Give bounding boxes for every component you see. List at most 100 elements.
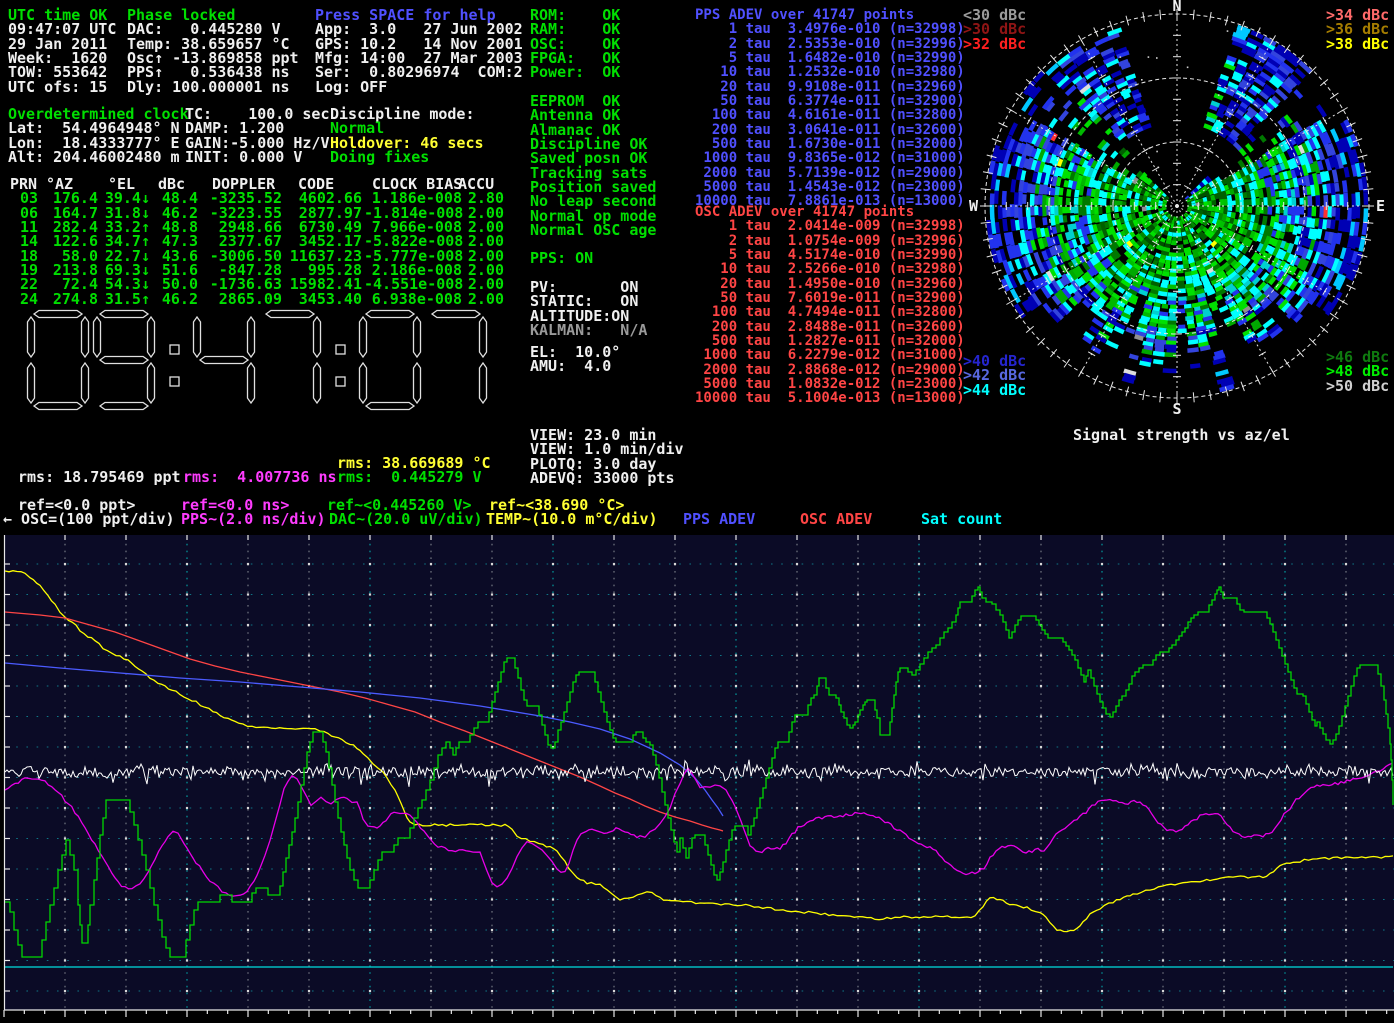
pps-adev-table-row: 500 tau 1.6730e-011 (n=32000) — [695, 137, 965, 151]
utc-status: UTC time OK09:47:07 UTC29 Jan 2011Week: … — [8, 8, 116, 94]
sat-row-cell: 2865.09 — [200, 292, 282, 306]
polar-signal-map: N S E W — [960, 0, 1394, 424]
rms-osc: rms: 18.795469 ppt — [18, 470, 181, 484]
clock-segment — [200, 357, 248, 364]
osc-adev-table-row: 100 tau 4.7494e-011 (n=32800) — [695, 305, 965, 319]
utc-status-line: UTC ofs: 15 — [8, 80, 116, 94]
digital-clock — [24, 307, 504, 417]
gps-status-list-line: Normal OSC age — [530, 223, 656, 237]
osc-adev-table-row: 5000 tau 1.0832e-012 (n=23000) — [695, 377, 965, 391]
receiver-info-line: Log: OFF — [315, 80, 523, 94]
osc-adev-table-row: 200 tau 2.8488e-011 (n=32600) — [695, 320, 965, 334]
clock-segment — [34, 311, 82, 318]
hardware-status: ROM: OKRAM: OKOSC: OKFPGA: OKPower: OK — [530, 8, 620, 80]
clock-segment — [432, 311, 480, 318]
loop-params: TC: 100.0 secDAMP: 1.200GAIN:-5.000 Hz/V… — [185, 107, 330, 164]
compass-label: N — [1172, 0, 1181, 15]
pps-adev-table-row: 100 tau 4.6161e-011 (n=32800) — [695, 108, 965, 122]
osc-adev-table-row: 500 tau 1.2827e-011 (n=32000) — [695, 334, 965, 348]
osc-adev-table-row: 1 tau 2.0414e-009 (n=32998) — [695, 219, 965, 233]
clock-segment — [148, 363, 155, 403]
clock-segment — [148, 317, 155, 357]
pps-adev-table-row: 200 tau 3.0641e-011 (n=32600) — [695, 123, 965, 137]
scale-temp: TEMP~(10.0 m°C/div) — [486, 512, 658, 526]
clock-segment — [100, 403, 148, 410]
pps-adev-table-row: 2 tau 2.5353e-010 (n=32996) — [695, 37, 965, 51]
scale-dac: DAC~(20.0 uV/div) — [329, 512, 483, 526]
legend-osc-adev: OSC ADEV — [800, 512, 872, 526]
fix-flags: PV: ONSTATIC: ONALTITUDE:ONKALMAN: N/A — [530, 280, 647, 337]
osc-adev-table-row: 10 tau 2.5266e-010 (n=32980) — [695, 262, 965, 276]
legend-pps-adev: PPS ADEV — [683, 512, 755, 526]
osc-adev-table-row: 2 tau 1.0754e-009 (n=32996) — [695, 234, 965, 248]
osc-adev-table-row: 10000 tau 5.1004e-013 (n=13000) — [695, 391, 965, 405]
mask-block: EL: 10.0°AMU: 4.0 — [530, 345, 620, 374]
legend-sat-count: Sat count — [921, 512, 1002, 526]
discipline-mode: Discipline mode:NormalHoldover: 46 secsD… — [330, 107, 484, 164]
clock-segment — [414, 317, 421, 357]
clock-segment — [82, 363, 89, 403]
view-block-line: ADEVQ: 33000 pts — [530, 471, 684, 485]
strip-chart — [0, 533, 1394, 1023]
osc-adev-table-row: 5 tau 4.5174e-010 (n=32990) — [695, 248, 965, 262]
clock-segment — [360, 363, 367, 403]
compass-label: E — [1376, 197, 1385, 215]
pps-adev-table-row: 20 tau 9.9108e-011 (n=32960) — [695, 80, 965, 94]
pps-state: PPS: ON — [530, 251, 593, 265]
osc-adev-table-title: OSC ADEV over 41747 points — [695, 205, 914, 219]
clock-segment — [28, 317, 35, 357]
pps-adev-table-row: 1000 tau 9.8365e-012 (n=31000) — [695, 151, 965, 165]
clock-segment — [28, 363, 35, 403]
sat-row-cell: 6.938e-008 — [364, 292, 462, 306]
clock-segment — [314, 317, 321, 357]
clock-segment — [266, 311, 314, 318]
sat-row-cell: 3453.40 — [284, 292, 362, 306]
pps-adev-table-row: 5000 tau 1.4543e-012 (n=23000) — [695, 180, 965, 194]
pps-adev-table-title: PPS ADEV over 41747 points — [695, 8, 914, 22]
scale-osc: ← OSC=(100 ppt/div) — [3, 512, 175, 526]
pps-adev-table-row: 2000 tau 5.7139e-012 (n=29000) — [695, 166, 965, 180]
clock-segment — [366, 403, 414, 410]
discipline-mode-line: Doing fixes — [330, 150, 484, 164]
pps-adev-table-row: 1 tau 3.4976e-010 (n=32998) — [695, 22, 965, 36]
sat-row-cell: 24 — [8, 292, 38, 306]
sat-row-cell: 2.00 — [464, 292, 504, 306]
oscillator-status: Phase lockedDAC: 0.445280 VTemp: 38.6596… — [127, 8, 299, 94]
compass-label: W — [969, 197, 979, 215]
pps-adev-table-row: 50 tau 6.3774e-011 (n=32900) — [695, 94, 965, 108]
pps-adev-table-row: 10 tau 1.2532e-010 (n=32980) — [695, 65, 965, 79]
osc-adev-table-row: 1000 tau 6.2279e-012 (n=31000) — [695, 348, 965, 362]
clock-segment — [248, 317, 255, 357]
clock-segment — [314, 363, 321, 403]
clock-segment — [366, 311, 414, 318]
compass-label: S — [1172, 400, 1181, 418]
fix-flags-line: KALMAN: N/A — [530, 323, 647, 337]
clock-segment — [248, 363, 255, 403]
rms-dac: rms: 0.445279 V — [337, 470, 482, 484]
hardware-status-line: Power: OK — [530, 65, 620, 79]
rms-pps: rms: 4.007736 ns — [183, 470, 337, 484]
polar-caption: Signal strength vs az/el — [1073, 428, 1290, 442]
sat-row-cell: 274.8 — [40, 292, 98, 306]
receiver-info: Press SPACE for helpApp: 3.0 27 Jun 2002… — [315, 8, 523, 94]
gps-status-list: EEPROM OKAntenna OKAlmanac OKDiscipline … — [530, 94, 656, 237]
position-block-line: Alt: 204.46002480 m — [8, 150, 189, 164]
lady-heather-screen: Signal strength vs az/el UTC time OK09:4… — [0, 0, 1394, 1023]
clock-segment — [94, 317, 101, 357]
pps-adev-table-row: 5 tau 1.6482e-010 (n=32990) — [695, 51, 965, 65]
sat-row-cell: 31.5↑ — [100, 292, 150, 306]
clock-segment — [34, 403, 82, 410]
osc-adev-table-row: 20 tau 1.4950e-010 (n=32960) — [695, 277, 965, 291]
pps-state-line: PPS: ON — [530, 251, 593, 265]
sat-row-cell: 46.2 — [152, 292, 198, 306]
loop-params-line: INIT: 0.000 V — [185, 150, 330, 164]
clock-segment — [414, 363, 421, 403]
clock-segment — [100, 357, 148, 364]
clock-segment — [480, 363, 487, 403]
clock-segment — [360, 317, 367, 357]
mask-block-line: AMU: 4.0 — [530, 359, 620, 373]
clock-segment — [82, 317, 89, 357]
osc-adev-table-row: 2000 tau 2.8868e-012 (n=29000) — [695, 363, 965, 377]
osc-adev-table-row: 50 tau 7.6019e-011 (n=32900) — [695, 291, 965, 305]
oscillator-status-line: Dly: 100.000001 ns — [127, 80, 299, 94]
